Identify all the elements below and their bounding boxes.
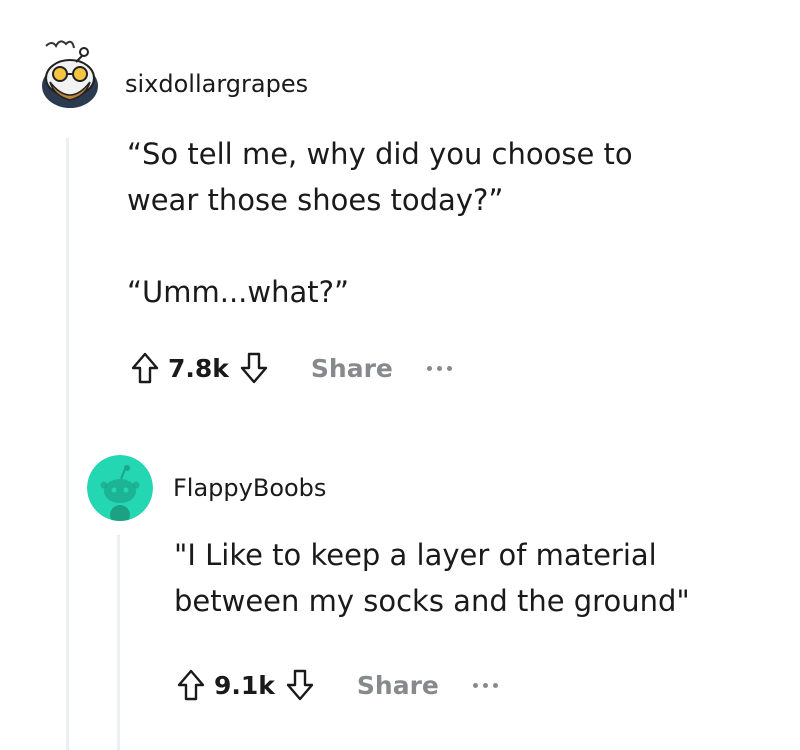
comment-paragraph: “Umm...what?” — [127, 275, 350, 309]
upvote-icon[interactable] — [130, 350, 160, 386]
more-options-icon[interactable] — [426, 358, 452, 378]
more-options-icon[interactable] — [472, 675, 498, 695]
comment-username[interactable]: sixdollargrapes — [125, 70, 308, 98]
comment-username[interactable]: FlappyBoobs — [173, 474, 326, 502]
vote-score: 7.8k — [168, 353, 229, 383]
share-button[interactable]: Share — [357, 671, 439, 700]
thread-line-reply[interactable] — [117, 535, 120, 750]
comment-actions: 9.1k Share — [176, 665, 498, 705]
thread-line-primary[interactable] — [66, 138, 69, 750]
vote-score: 9.1k — [214, 670, 275, 700]
upvote-icon[interactable] — [176, 667, 206, 703]
comment-body: “So tell me, why did you choose to wear … — [127, 131, 687, 315]
snoo-chef-avatar-icon[interactable] — [36, 40, 102, 112]
comment-paragraph: "I Like to keep a layer of material betw… — [174, 538, 690, 618]
comment-actions: 7.8k Share — [130, 348, 452, 388]
comment-paragraph: “So tell me, why did you choose to wear … — [127, 137, 633, 217]
share-button[interactable]: Share — [311, 354, 393, 383]
comment-body: "I Like to keep a layer of material betw… — [174, 532, 764, 624]
downvote-icon[interactable] — [285, 667, 315, 703]
downvote-icon[interactable] — [239, 350, 269, 386]
snoo-teal-avatar-icon[interactable] — [87, 455, 153, 521]
